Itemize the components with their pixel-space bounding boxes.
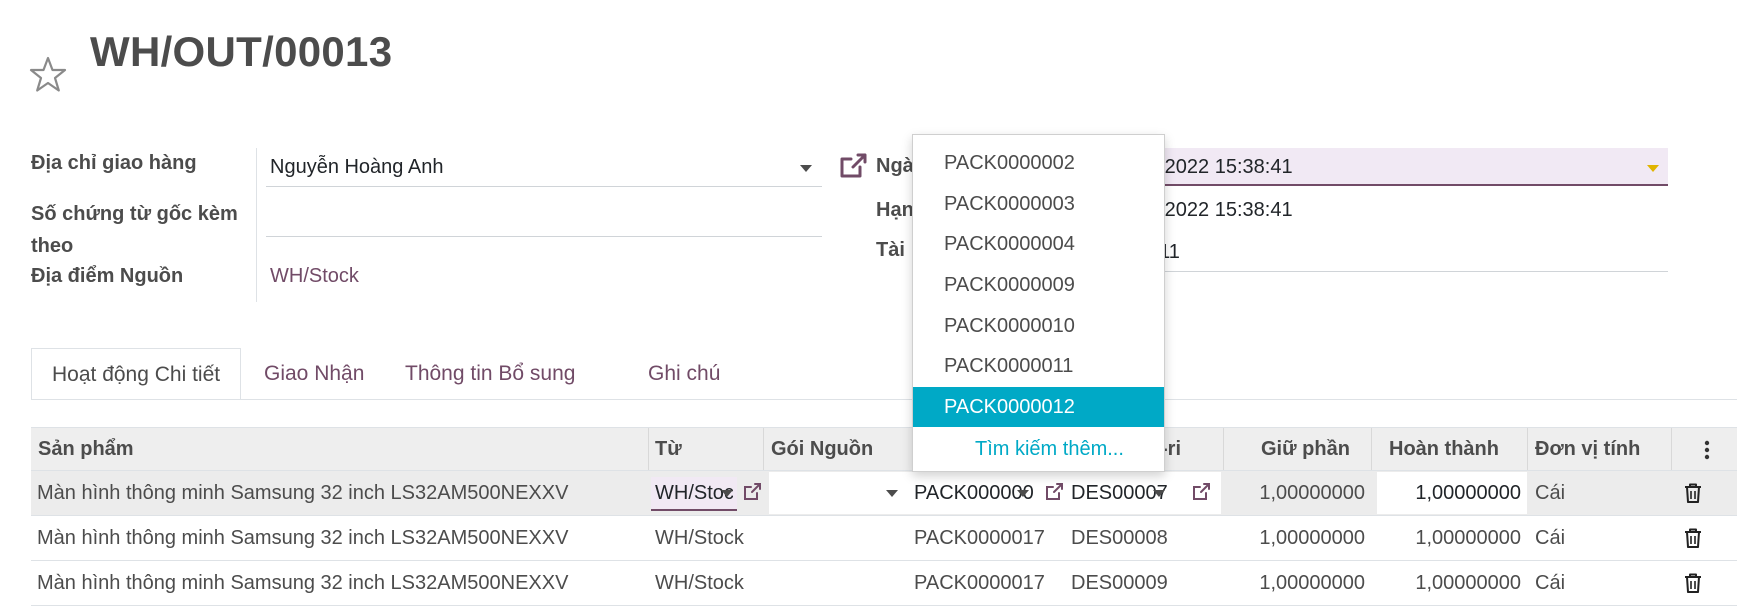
tab-delivery[interactable]: Giao Nhận — [244, 348, 384, 400]
from-dropdown-icon[interactable] — [721, 490, 733, 497]
header-source-package[interactable]: Gói Nguồn — [771, 428, 873, 470]
row-reserved: 1,00000000 — [1259, 482, 1365, 504]
lot-external-link-icon[interactable] — [1191, 482, 1211, 502]
scheduled-date-label: Ngà — [876, 155, 914, 177]
header-done[interactable]: Hoàn thành — [1389, 428, 1499, 470]
source-location-label: Địa điểm Nguồn — [31, 265, 184, 287]
table-row[interactable]: Màn hình thông minh Samsung 32 inch LS32… — [31, 516, 1737, 561]
row-lot: DES00008 — [1071, 527, 1168, 549]
row-done: 1,00000000 — [1415, 482, 1521, 504]
date-picker-icon[interactable] — [1647, 165, 1659, 172]
header-divider — [1527, 428, 1528, 470]
tab-notes[interactable]: Ghi chú — [628, 348, 740, 400]
record-title: WH/OUT/00013 — [90, 28, 393, 75]
source-location-link[interactable]: WH/Stock — [270, 262, 359, 290]
deadline-label: Hạn — [876, 199, 914, 221]
row-package: PACK0000017 — [914, 572, 1045, 594]
row-uom: Cái — [1535, 527, 1566, 549]
dropdown-option[interactable]: PACK0000002 — [913, 143, 1164, 183]
table-header: Sản phẩm Từ Gói Nguồn -ri Giữ phần Hoàn … — [31, 427, 1737, 471]
delete-row-trash-icon[interactable] — [1683, 572, 1703, 594]
document-label: Tài — [876, 239, 905, 261]
dropdown-option-highlighted[interactable]: PACK0000012 — [913, 387, 1164, 427]
dropdown-option[interactable]: PACK0000003 — [913, 184, 1164, 224]
row-source-package — [773, 471, 923, 515]
package-autocomplete-dropdown: PACK0000002 PACK0000003 PACK0000004 PACK… — [912, 134, 1165, 472]
row-uom: Cái — [1535, 572, 1566, 594]
row-reserved: 1,00000000 — [1259, 572, 1365, 594]
from-external-link-icon[interactable] — [742, 482, 762, 502]
dropdown-option[interactable]: PACK0000011 — [913, 346, 1164, 386]
table-row[interactable]: Màn hình thông minh Samsung 32 inch LS32… — [31, 471, 1737, 516]
package-external-link-icon[interactable] — [1044, 482, 1064, 502]
header-divider — [763, 428, 764, 470]
row-product[interactable]: Màn hình thông minh Samsung 32 inch LS32… — [37, 471, 637, 515]
source-document-field[interactable] — [270, 205, 822, 233]
header-from[interactable]: Từ — [655, 428, 682, 470]
row-uom[interactable]: Cái — [1535, 471, 1615, 515]
table-row[interactable]: Màn hình thông minh Samsung 32 inch LS32… — [31, 561, 1737, 606]
row-done: 1,00000000 — [1415, 572, 1521, 594]
delivery-address-field[interactable]: Nguyễn Hoàng Anh — [270, 153, 443, 181]
search-more-link[interactable]: Tìm kiếm thêm... — [975, 429, 1124, 469]
dropdown-option[interactable]: PACK0000009 — [913, 265, 1164, 305]
source-doc-label: Số chứng từ gốc kèm — [31, 203, 238, 225]
external-link-icon[interactable] — [838, 152, 868, 180]
row-reserved: 1,00000000 — [1259, 527, 1365, 549]
source-package-dropdown-icon[interactable] — [886, 490, 898, 497]
header-divider — [1371, 428, 1372, 470]
delete-row-trash-icon[interactable] — [1683, 482, 1703, 504]
source-doc-label-cont: theo — [31, 235, 74, 257]
row-lot: DES00009 — [1071, 572, 1168, 594]
column-options-kebab-icon[interactable] — [1703, 440, 1711, 460]
delete-row-trash-icon[interactable] — [1683, 527, 1703, 549]
row-from: WH/Stock — [655, 527, 744, 549]
header-divider — [1223, 428, 1224, 470]
tab-detailed-operations[interactable]: Hoạt động Chi tiết — [31, 348, 242, 400]
tabs-baseline — [31, 399, 1737, 400]
deadline-value: 2/2022 15:38:41 — [1148, 199, 1293, 221]
delivery-address-underline — [266, 186, 822, 187]
label-divider — [256, 148, 257, 302]
row-product: Màn hình thông minh Samsung 32 inch LS32… — [37, 572, 569, 594]
row-package: PACK0000017 — [914, 527, 1045, 549]
document-underline — [1148, 271, 1668, 272]
scheduled-date-value: 2/2022 15:38:41 — [1148, 156, 1293, 178]
header-divider — [1671, 428, 1672, 470]
header-divider — [648, 428, 649, 470]
package-dropdown-icon[interactable] — [1017, 490, 1029, 497]
delivery-address-label: Địa chỉ giao hàng — [31, 152, 197, 174]
dropdown-option[interactable]: PACK0000004 — [913, 224, 1164, 264]
lot-dropdown-icon[interactable] — [1153, 490, 1165, 497]
row-done: 1,00000000 — [1415, 527, 1521, 549]
header-uom[interactable]: Đơn vị tính — [1535, 428, 1640, 470]
source-document-underline — [266, 236, 822, 237]
header-reserved[interactable]: Giữ phần — [1261, 428, 1350, 470]
tab-additional-info[interactable]: Thông tin Bổ sung — [385, 348, 595, 400]
delivery-address-dropdown-icon[interactable] — [800, 165, 812, 172]
header-product[interactable]: Sản phẩm — [38, 428, 134, 470]
row-from: WH/Stock — [655, 572, 744, 594]
row-product: Màn hình thông minh Samsung 32 inch LS32… — [37, 527, 569, 549]
favorite-star-icon[interactable] — [28, 55, 68, 95]
row-package[interactable]: PACK0000001 — [914, 471, 1034, 515]
dropdown-option[interactable]: PACK0000010 — [913, 306, 1164, 346]
